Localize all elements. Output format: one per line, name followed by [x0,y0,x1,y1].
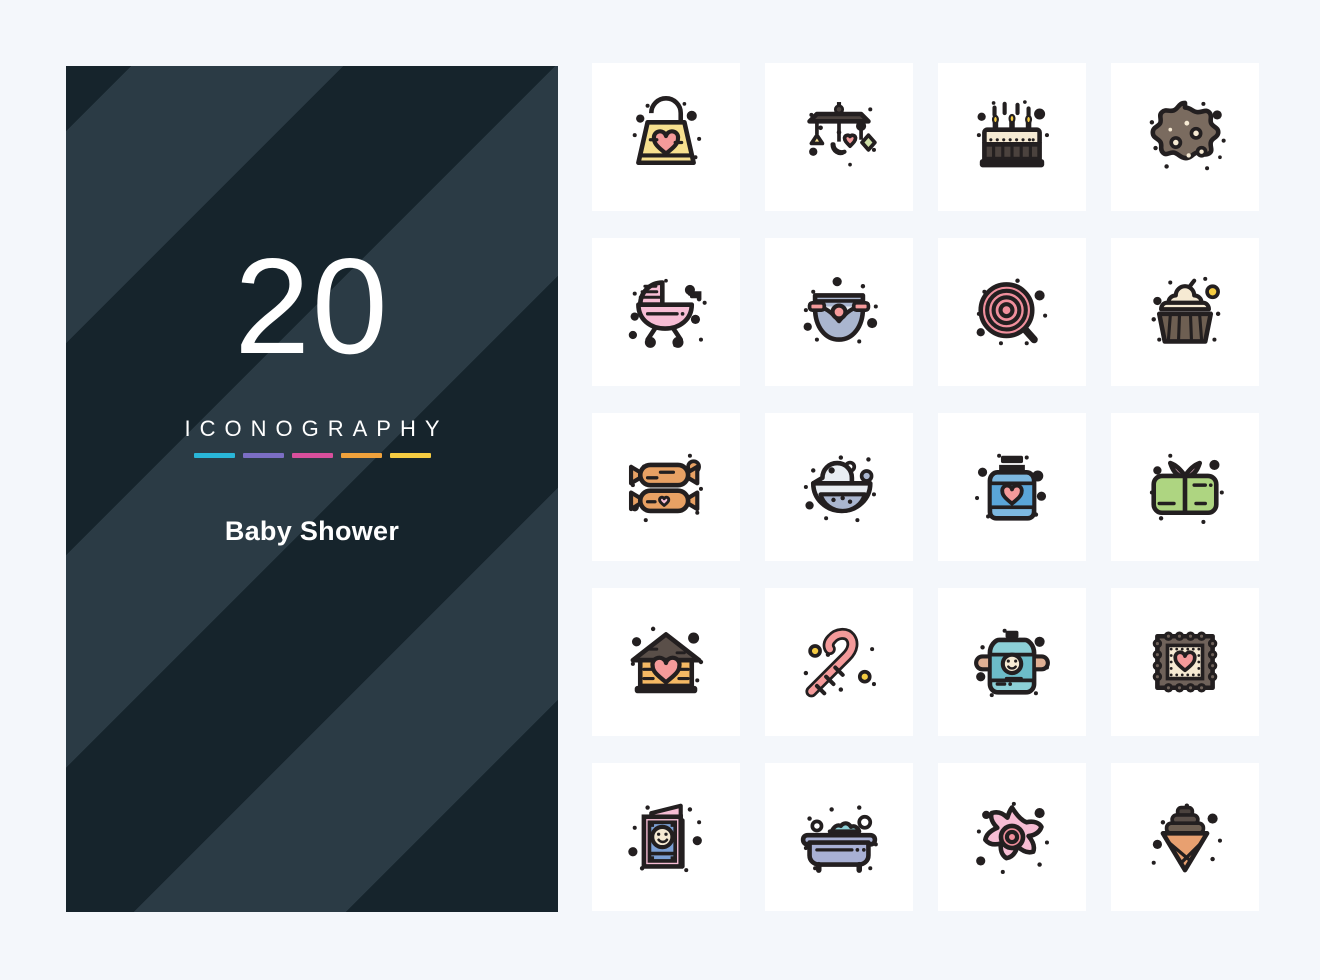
cookie-icon [1149,100,1226,171]
icon-grid [592,63,1259,911]
icon-card-gift-bag[interactable] [592,63,740,211]
icon-card-gift-box[interactable] [1111,413,1259,561]
accent-bar-cyan [193,453,235,458]
cupcake-icon [1151,276,1221,344]
cover-panel: 20 ICONOGRAPHY Baby Shower [66,66,558,912]
icon-card-birthday-cake[interactable] [938,63,1086,211]
icon-card-lollipop[interactable] [938,238,1086,386]
photo-stamp-heart-icon [1152,631,1218,693]
icon-card-cupcake[interactable] [1111,238,1259,386]
candy-cane-icon [803,627,876,698]
icon-card-rubber-duck[interactable] [765,413,913,561]
icon-count: 20 [234,230,390,382]
baby-food-jar-icon [975,453,1047,521]
icon-card-diaper[interactable] [765,238,913,386]
icon-card-bathtub[interactable] [765,763,913,911]
baby-stroller-icon [628,278,707,348]
birthday-cake-icon [976,100,1049,168]
baby-mobile-icon [807,102,877,167]
icon-card-baby-mobile[interactable] [765,63,913,211]
rubber-duck-icon [803,455,876,523]
gift-bag-heart-icon [632,96,702,166]
icon-card-photo-stamp[interactable] [1111,588,1259,736]
icon-card-candy[interactable] [592,413,740,561]
accent-bar-group [193,453,431,458]
accent-bar-purple [242,453,284,458]
accent-bar-pink [291,453,333,458]
icon-card-stroller[interactable] [592,238,740,386]
icon-card-baby-food-jar[interactable] [938,413,1086,561]
icon-card-cookie[interactable] [1111,63,1259,211]
icon-card-ice-cream[interactable] [1111,763,1259,911]
sippy-cup-icon [974,628,1050,698]
cover-title: Baby Shower [224,516,400,546]
accent-bar-orange [340,453,382,458]
greeting-card-icon [628,803,702,873]
house-heart-icon [630,626,704,694]
poster-canvas: 20 ICONOGRAPHY Baby Shower [0,0,1320,980]
icon-card-candy-cane[interactable] [765,588,913,736]
gift-box-icon [1149,453,1224,524]
icon-card-sippy-cup[interactable] [938,588,1086,736]
accent-bar-yellow [389,453,431,458]
candy-icon [628,453,703,523]
icon-card-flower[interactable] [938,763,1086,911]
lollipop-icon [976,278,1048,346]
cover-subtitle: ICONOGRAPHY [184,416,449,441]
bathtub-icon [800,805,878,873]
flower-icon [976,801,1049,874]
icon-card-house-heart[interactable] [592,588,740,736]
diaper-icon [803,277,878,344]
icon-card-greeting-card[interactable] [592,763,740,911]
ice-cream-cone-icon [1151,803,1222,873]
